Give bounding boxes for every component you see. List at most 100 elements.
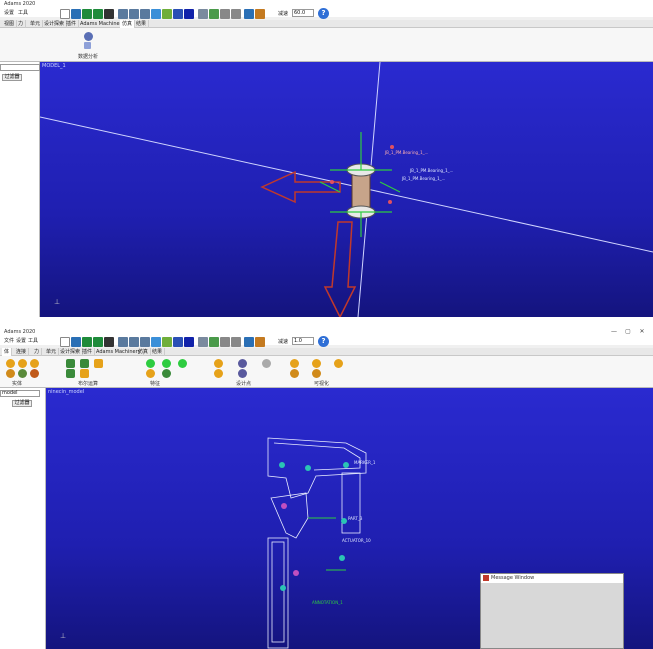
viewport-3d[interactable]: MODEL_1 JB_1_PM.Bearing_1_... JB_1_PM.Be… (40, 62, 653, 317)
tab-bodies[interactable]: 体 (2, 348, 13, 356)
analysis-icon[interactable] (84, 32, 93, 41)
tab-plugins[interactable]: 插件 (64, 20, 80, 28)
point-icon[interactable] (214, 369, 223, 378)
layout-icon[interactable] (220, 337, 230, 347)
filter-button[interactable]: 过滤器 (12, 400, 32, 407)
undo-icon[interactable] (82, 9, 92, 19)
tab-simulation[interactable]: 仿真 (136, 348, 152, 356)
zoom-input[interactable]: 60.0 (292, 9, 314, 17)
new-icon[interactable] (60, 9, 70, 19)
select-icon[interactable] (104, 337, 114, 347)
constraint-icon[interactable] (290, 359, 299, 368)
grid-icon[interactable] (173, 9, 183, 19)
table-icon[interactable] (84, 42, 91, 49)
plane-icon[interactable] (238, 369, 247, 378)
perspective-icon[interactable] (244, 337, 254, 347)
light-icon[interactable] (255, 337, 265, 347)
help-button[interactable]: ? (318, 336, 329, 347)
visual-icon[interactable] (334, 359, 343, 368)
boolean-cut-icon[interactable] (80, 359, 89, 368)
save-icon[interactable] (71, 9, 81, 19)
zoom-box-icon[interactable] (129, 9, 139, 19)
tab-force[interactable]: 力 (16, 20, 27, 28)
marker-icon[interactable] (238, 359, 247, 368)
light-icon[interactable] (255, 9, 265, 19)
tab-view[interactable]: 视图 (2, 20, 18, 28)
menu-tools[interactable]: 工具 (18, 9, 28, 16)
translate-icon[interactable] (151, 9, 161, 19)
feature-chamfer-icon[interactable] (146, 359, 155, 368)
icons-icon[interactable] (209, 337, 219, 347)
maximize-button[interactable]: ▢ (623, 328, 633, 336)
message-window[interactable]: Message Window (480, 573, 624, 649)
ribbon-group-boolean: 布尔运算 (78, 381, 99, 387)
select-icon[interactable] (104, 9, 114, 19)
tab-element[interactable]: 单元 (44, 348, 60, 356)
undo-icon[interactable] (82, 337, 92, 347)
layout-icon[interactable] (220, 9, 230, 19)
tab-results[interactable]: 结果 (150, 348, 166, 356)
load-2-icon[interactable] (312, 369, 321, 378)
feature-hollow-icon[interactable] (162, 369, 171, 378)
close-button[interactable]: ✕ (637, 328, 647, 336)
zoom-box-icon[interactable] (129, 337, 139, 347)
model-select[interactable] (0, 64, 40, 71)
design-point-icon[interactable] (214, 359, 223, 368)
window-icon[interactable] (231, 337, 241, 347)
menu-settings[interactable]: 设置 (16, 337, 26, 344)
tab-force[interactable]: 力 (32, 348, 43, 356)
solid-box-icon[interactable] (6, 359, 15, 368)
boolean-merge-icon[interactable] (94, 359, 103, 368)
rotate-icon[interactable] (140, 337, 150, 347)
zoom-input[interactable]: 1.0 (292, 337, 314, 345)
zoom-fit-icon[interactable] (118, 337, 128, 347)
redo-icon[interactable] (93, 9, 103, 19)
menu-tools[interactable]: 工具 (28, 337, 38, 344)
minimize-button[interactable]: — (609, 328, 619, 336)
tab-element[interactable]: 单元 (28, 20, 44, 28)
menu-file[interactable]: 文件 (4, 337, 14, 344)
view-icon[interactable] (198, 9, 208, 19)
boolean-intersect-icon[interactable] (66, 369, 75, 378)
filter-button[interactable]: 过滤器 (2, 74, 22, 81)
solid-sphere-icon[interactable] (30, 359, 39, 368)
icons-icon[interactable] (209, 9, 219, 19)
tab-results[interactable]: 结果 (134, 20, 150, 28)
axes-icon[interactable] (162, 9, 172, 19)
zoom-fit-icon[interactable] (118, 9, 128, 19)
save-icon[interactable] (71, 337, 81, 347)
feature-fillet-icon[interactable] (162, 359, 171, 368)
window-icon[interactable] (231, 9, 241, 19)
render-icon[interactable] (184, 337, 194, 347)
feature-hole-icon[interactable] (178, 359, 187, 368)
rotate-icon[interactable] (140, 9, 150, 19)
ribbon-tabs: 视图 力 单元 设计探索 插件 Adams Machinery 仿真 结果 (0, 20, 653, 28)
boolean-split-icon[interactable] (80, 369, 89, 378)
perspective-icon[interactable] (244, 9, 254, 19)
model-select[interactable]: model (0, 390, 40, 397)
construct-icon[interactable] (262, 359, 271, 368)
solid-frustum-icon[interactable] (30, 369, 39, 378)
solid-link-icon[interactable] (18, 369, 27, 378)
force-arrow-left (260, 170, 341, 204)
translate-icon[interactable] (151, 337, 161, 347)
tab-simulation[interactable]: 仿真 (120, 20, 136, 28)
view-icon[interactable] (198, 337, 208, 347)
viewport-3d[interactable]: ninecin_model MARKER_1 PART_3 ACTUATOR_1… (46, 388, 653, 649)
load-icon[interactable] (312, 359, 321, 368)
message-window-icon (483, 575, 489, 581)
tab-connectors[interactable]: 连接 (14, 348, 30, 356)
boolean-union-icon[interactable] (66, 359, 75, 368)
axes-icon[interactable] (162, 337, 172, 347)
grid-icon[interactable] (173, 337, 183, 347)
tab-plugins[interactable]: 插件 (80, 348, 96, 356)
render-icon[interactable] (184, 9, 194, 19)
feature-boss-icon[interactable] (146, 369, 155, 378)
new-icon[interactable] (60, 337, 70, 347)
redo-icon[interactable] (93, 337, 103, 347)
solid-torus-icon[interactable] (6, 369, 15, 378)
constraint-2-icon[interactable] (290, 369, 299, 378)
solid-cylinder-icon[interactable] (18, 359, 27, 368)
help-button[interactable]: ? (318, 8, 329, 19)
menu-settings[interactable]: 设置 (4, 9, 14, 16)
